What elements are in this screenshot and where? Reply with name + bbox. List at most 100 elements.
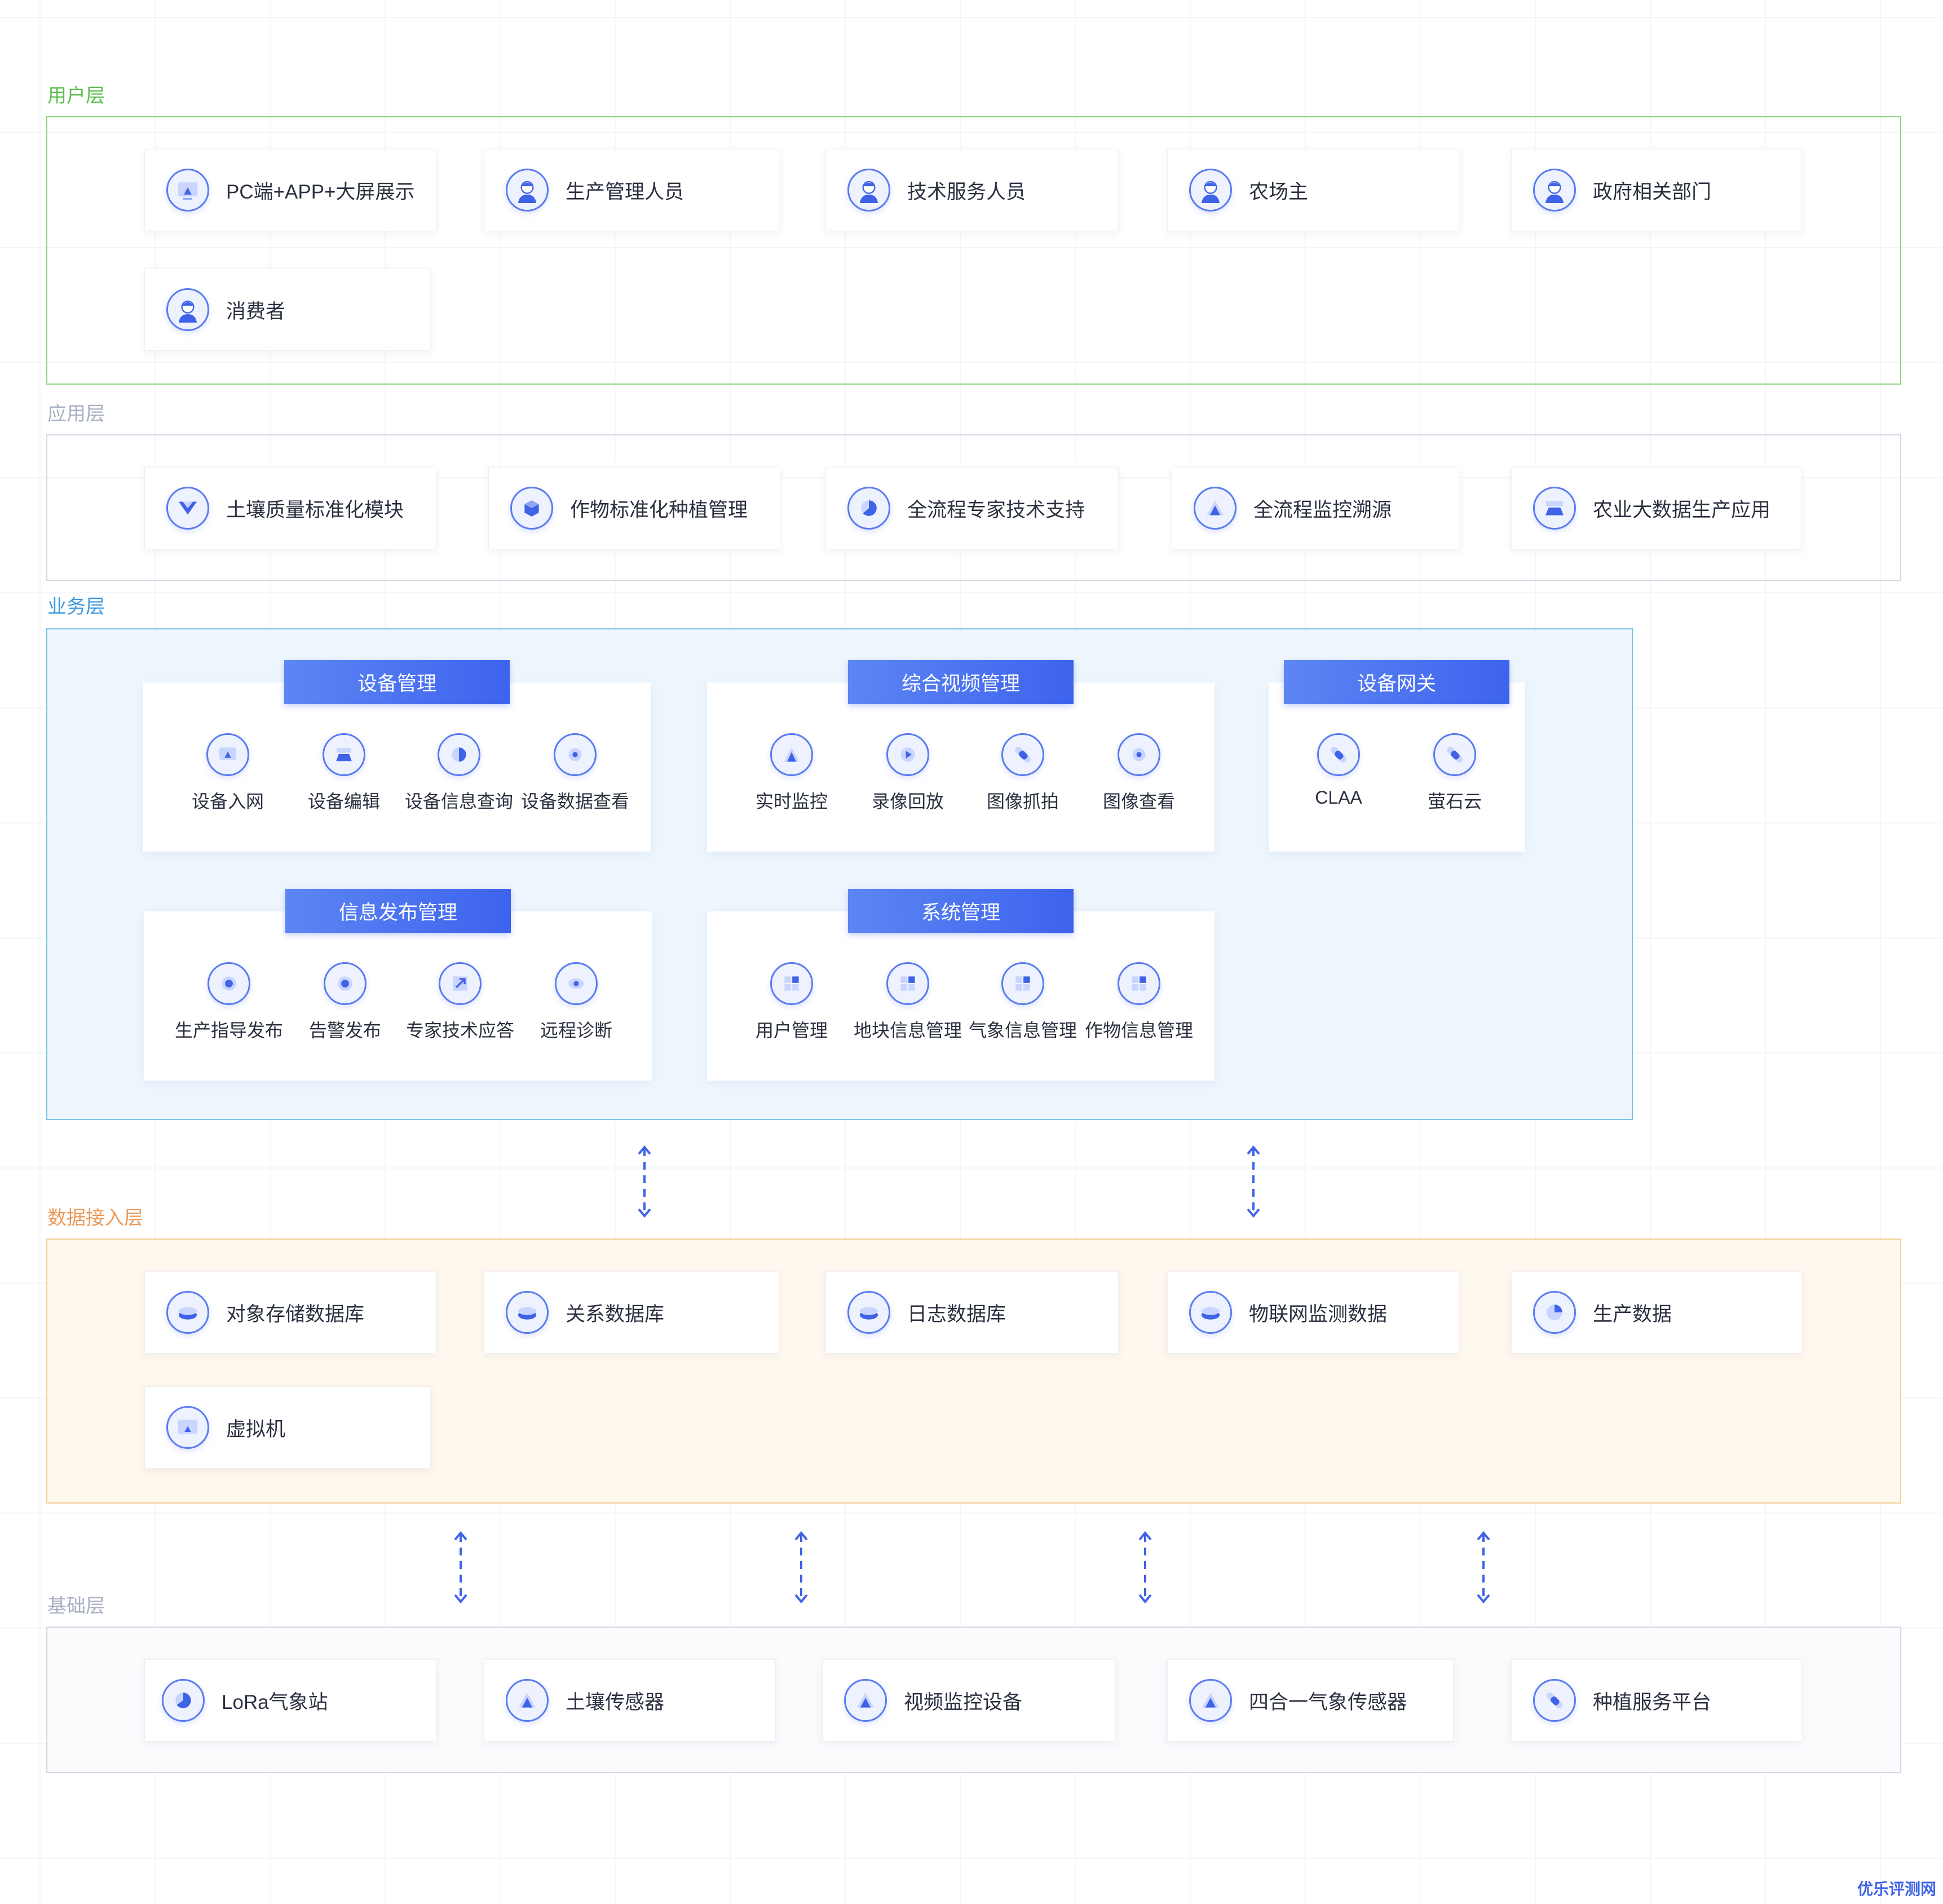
watermark: 优乐评测网 bbox=[1857, 1880, 1936, 1898]
item-playback[interactable]: 录像回放 bbox=[851, 733, 964, 813]
capsule-icon bbox=[1433, 733, 1476, 776]
card-virtual-machine[interactable]: 虚拟机 bbox=[144, 1386, 431, 1469]
eye-icon bbox=[1118, 733, 1160, 776]
card-monitor-trace[interactable]: 全流程监控溯源 bbox=[1172, 467, 1459, 549]
item-label: 气象信息管理 bbox=[968, 1020, 1077, 1041]
card-crop-planting[interactable]: 作物标准化种植管理 bbox=[488, 467, 780, 549]
card-consumer[interactable]: 消费者 bbox=[144, 268, 431, 351]
grid-icon bbox=[1118, 962, 1160, 1005]
person-icon bbox=[506, 169, 549, 211]
item-crop-management[interactable]: 作物信息管理 bbox=[1083, 962, 1195, 1042]
triangle-icon bbox=[844, 1679, 887, 1722]
dot-icon bbox=[324, 962, 366, 1005]
base-layer-box: LoRa气象站 土壤传感器 视频监控设备 四合一气象传感器 种植服务平台 bbox=[46, 1627, 1901, 1773]
grid-icon bbox=[770, 962, 813, 1005]
item-device-data[interactable]: 设备数据查看 bbox=[519, 733, 632, 813]
layer-title-data: 数据接入层 bbox=[47, 1207, 143, 1229]
person-icon bbox=[1533, 169, 1576, 211]
card-object-storage[interactable]: 对象存储数据库 bbox=[144, 1271, 436, 1354]
item-label: 设备信息查询 bbox=[404, 791, 513, 812]
trapezoid-icon bbox=[1533, 487, 1576, 530]
item-user-management[interactable]: 用户管理 bbox=[735, 962, 848, 1042]
item-device-edit[interactable]: 设备编辑 bbox=[288, 733, 400, 813]
card-label: 全流程监控溯源 bbox=[1253, 499, 1392, 521]
cube-icon bbox=[510, 487, 553, 530]
item-expert-answer[interactable]: 专家技术应答 bbox=[404, 962, 516, 1042]
item-snapshot[interactable]: 图像抓拍 bbox=[966, 733, 1079, 813]
card-video-device[interactable]: 视频监控设备 bbox=[822, 1659, 1115, 1742]
item-label: 实时监控 bbox=[755, 791, 828, 812]
card-label: 生产数据 bbox=[1593, 1303, 1672, 1325]
card-label: 农场主 bbox=[1249, 180, 1309, 203]
pie-icon bbox=[162, 1679, 205, 1722]
panel-title: 设备管理 bbox=[284, 660, 510, 704]
bidirectional-arrow-icon bbox=[454, 1531, 467, 1604]
item-remote-diagnosis[interactable]: 远程诊断 bbox=[520, 962, 633, 1042]
person-icon bbox=[847, 169, 890, 211]
item-live-monitor[interactable]: 实时监控 bbox=[735, 733, 848, 813]
item-alarm-publish[interactable]: 告警发布 bbox=[289, 962, 401, 1042]
card-soil-sensor[interactable]: 土壤传感器 bbox=[484, 1659, 776, 1742]
panel-title: 系统管理 bbox=[848, 889, 1074, 933]
item-label: 设备入网 bbox=[191, 791, 264, 812]
card-relational-db[interactable]: 关系数据库 bbox=[484, 1271, 779, 1354]
card-label: 关系数据库 bbox=[566, 1303, 665, 1325]
card-label: 全流程专家技术支持 bbox=[907, 499, 1085, 521]
item-plot-management[interactable]: 地块信息管理 bbox=[851, 962, 964, 1042]
card-production-manager[interactable]: 生产管理人员 bbox=[484, 149, 779, 231]
card-lora-station[interactable]: LoRa气象站 bbox=[144, 1659, 436, 1742]
grid-icon bbox=[886, 962, 929, 1005]
item-weather-management[interactable]: 气象信息管理 bbox=[966, 962, 1079, 1042]
card-farm-owner[interactable]: 农场主 bbox=[1167, 149, 1459, 231]
card-big-data[interactable]: 农业大数据生产应用 bbox=[1511, 467, 1802, 549]
half-circle-icon bbox=[438, 733, 480, 776]
card-planting-platform[interactable]: 种植服务平台 bbox=[1511, 1659, 1802, 1742]
card-label: 虚拟机 bbox=[226, 1418, 286, 1440]
card-label: LoRa气象站 bbox=[222, 1691, 328, 1713]
card-label: 消费者 bbox=[226, 300, 286, 323]
database-icon bbox=[1189, 1291, 1232, 1334]
card-label: PC端+APP+大屏展示 bbox=[226, 180, 415, 203]
card-weather-sensor[interactable]: 四合一气象传感器 bbox=[1167, 1659, 1454, 1742]
user-layer-box: PC端+APP+大屏展示 生产管理人员 技术服务人员 农场主 政府相关部门 消费… bbox=[46, 116, 1901, 385]
item-device-query[interactable]: 设备信息查询 bbox=[403, 733, 515, 813]
item-label: 生产指导发布 bbox=[174, 1020, 283, 1041]
item-label: 作物信息管理 bbox=[1084, 1020, 1193, 1041]
layer-title-base: 基础层 bbox=[47, 1596, 105, 1617]
capsule-icon bbox=[1533, 1679, 1576, 1722]
card-government[interactable]: 政府相关部门 bbox=[1511, 149, 1802, 231]
card-expert-support[interactable]: 全流程专家技术支持 bbox=[825, 467, 1119, 549]
pie-icon bbox=[847, 487, 890, 530]
eye-icon bbox=[555, 962, 598, 1005]
panel-system-management: 系统管理 用户管理 地块信息管理 气象信息管理 作物信息管理 bbox=[707, 889, 1215, 1081]
panel-video-management: 综合视频管理 实时监控 录像回放 图像抓拍 图像查看 bbox=[707, 660, 1215, 852]
card-label: 作物标准化种植管理 bbox=[570, 499, 748, 521]
panel-device-gateway: 设备网关 CLAA 萤石云 bbox=[1269, 660, 1525, 852]
card-production-data[interactable]: 生产数据 bbox=[1511, 1271, 1802, 1354]
dot-icon bbox=[207, 962, 250, 1005]
item-label: 专家技术应答 bbox=[405, 1020, 514, 1041]
card-label: 农业大数据生产应用 bbox=[1593, 499, 1771, 521]
item-label: 远程诊断 bbox=[540, 1020, 612, 1041]
item-label: 录像回放 bbox=[871, 791, 944, 812]
bidirectional-arrow-icon bbox=[1138, 1531, 1152, 1604]
triangle-icon bbox=[770, 733, 813, 776]
card-iot-data[interactable]: 物联网监测数据 bbox=[1167, 1271, 1459, 1354]
item-ezviz[interactable]: 萤石云 bbox=[1398, 733, 1511, 813]
triangle-icon bbox=[506, 1679, 549, 1722]
monitor-icon bbox=[206, 733, 249, 776]
item-claa[interactable]: CLAA bbox=[1282, 733, 1395, 808]
card-tech-service[interactable]: 技术服务人员 bbox=[825, 149, 1119, 231]
person-icon bbox=[166, 288, 209, 331]
card-label: 土壤传感器 bbox=[566, 1691, 665, 1713]
person-icon bbox=[1189, 169, 1232, 211]
card-log-db[interactable]: 日志数据库 bbox=[825, 1271, 1119, 1354]
item-device-onboard[interactable]: 设备入网 bbox=[171, 733, 284, 813]
card-soil-quality[interactable]: 土壤质量标准化模块 bbox=[144, 467, 436, 549]
bidirectional-arrow-icon bbox=[1477, 1531, 1490, 1604]
item-image-view[interactable]: 图像查看 bbox=[1083, 733, 1195, 813]
panel-device-management: 设备管理 设备入网 设备编辑 设备信息查询 设备数据查看 bbox=[143, 660, 651, 852]
panel-info-publish: 信息发布管理 生产指导发布 告警发布 专家技术应答 远程诊断 bbox=[144, 889, 652, 1081]
item-production-guide[interactable]: 生产指导发布 bbox=[173, 962, 285, 1042]
card-display[interactable]: PC端+APP+大屏展示 bbox=[144, 149, 436, 231]
